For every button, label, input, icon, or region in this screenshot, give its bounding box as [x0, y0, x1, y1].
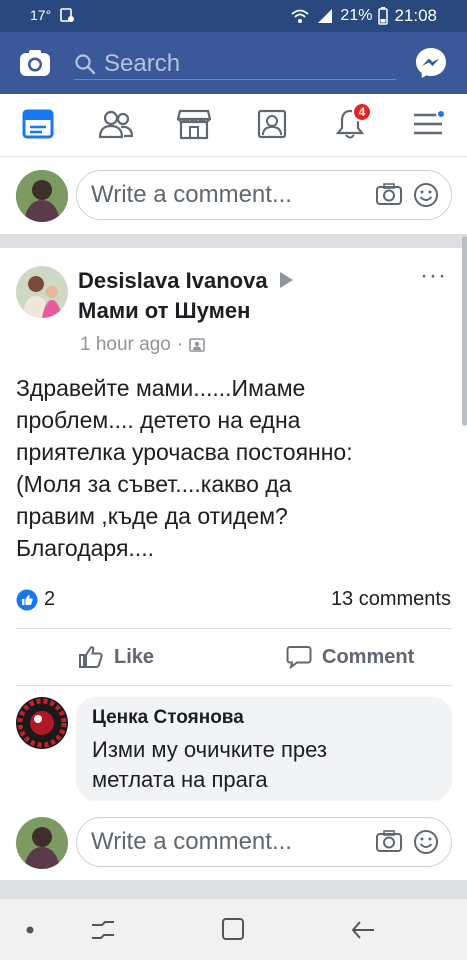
meta-dot: ·	[176, 334, 184, 355]
user-avatar[interactable]	[16, 817, 68, 869]
messenger-button[interactable]	[414, 46, 448, 80]
user-avatar[interactable]	[16, 170, 68, 222]
comment-text-line: метлата на прага	[92, 767, 268, 792]
tab-profile[interactable]	[252, 104, 292, 144]
temperature: 17°	[30, 7, 52, 23]
back-button[interactable]	[348, 917, 378, 943]
system-nav-bar	[0, 898, 467, 960]
post-actions: Like Comment	[16, 628, 452, 686]
emoji-icon[interactable]	[413, 829, 439, 855]
camera-icon[interactable]	[375, 829, 403, 853]
commenter-name[interactable]: Ценка Стоянова	[92, 707, 244, 729]
post-meta: 1 hour ago ·	[80, 334, 205, 356]
comment-placeholder: Write a comment...	[91, 828, 292, 855]
feed-separator	[0, 234, 467, 248]
like-reaction-icon	[16, 589, 38, 610]
feed-separator	[0, 880, 467, 898]
reactions-count: 2	[44, 588, 56, 610]
like-label: Like	[114, 645, 155, 668]
post-text-line: Благодаря....	[16, 535, 154, 561]
comment-button[interactable]: Comment	[286, 645, 414, 669]
camera-icon	[20, 50, 50, 76]
post-text-line: проблем.... детето на една	[16, 407, 301, 433]
post-author[interactable]: Desislava Ivanova	[78, 268, 294, 294]
like-button[interactable]: Like	[78, 645, 154, 669]
user-photo-icon	[16, 170, 68, 222]
user-photo-icon	[16, 817, 68, 869]
post-group[interactable]: Мами от Шумен	[78, 298, 250, 324]
back-arrow-icon	[351, 921, 374, 939]
author-avatar[interactable]	[16, 266, 68, 318]
comment-placeholder: Write a comment...	[91, 181, 292, 208]
thumbs-up-icon	[79, 646, 103, 668]
tab-bar: 4	[0, 94, 467, 157]
comment-text-line: Изми му очичките през	[92, 737, 327, 762]
tab-marketplace[interactable]	[174, 104, 214, 144]
recent-apps-icon	[92, 921, 114, 939]
post-body: Здравейте мами......Имаме проблем.... де…	[16, 372, 456, 564]
nav-dot-icon	[18, 917, 48, 943]
profile-icon	[257, 109, 287, 139]
arrow-right-icon	[279, 272, 293, 288]
tab-notifications[interactable]: 4	[330, 102, 372, 144]
home-button[interactable]	[218, 917, 248, 943]
news-feed-icon	[22, 109, 54, 139]
more-options-icon[interactable]: ···	[420, 262, 447, 290]
wifi-icon	[291, 9, 310, 23]
status-bar: 17° 21% 21:08	[0, 0, 467, 32]
comment-bubble-icon	[286, 646, 312, 669]
comment-label: Comment	[322, 645, 415, 668]
author-name[interactable]: Desislava Ivanova	[78, 268, 268, 293]
battery-icon	[378, 7, 389, 25]
reactions-summary[interactable]: 2	[16, 588, 55, 611]
post-text-line: Здравейте мами......Имаме	[16, 375, 306, 401]
home-icon	[222, 918, 244, 940]
comments-count[interactable]: 13 comments	[331, 588, 451, 611]
signal-icon	[318, 9, 333, 23]
post-text-line: приятелка урочасва постоянно:	[16, 439, 353, 465]
group-privacy-icon	[189, 338, 205, 352]
search-bar[interactable]: Search	[74, 48, 396, 80]
comment-input[interactable]: Write a comment...	[76, 817, 452, 867]
clock: 21:08	[394, 6, 437, 25]
camera-button[interactable]	[18, 46, 52, 80]
notification-badge: 4	[352, 102, 372, 122]
comment-composer: Write a comment...	[0, 807, 467, 873]
gallery-notification-icon	[60, 8, 75, 22]
battery-percent: 21%	[340, 7, 373, 24]
emoji-icon[interactable]	[413, 182, 439, 208]
post-text-line: правим ,къде да отидем?	[16, 503, 288, 529]
messenger-icon	[416, 48, 446, 78]
tab-menu[interactable]	[408, 104, 448, 144]
post-time[interactable]: 1 hour ago	[80, 334, 171, 356]
search-icon	[75, 53, 96, 74]
commenter-avatar[interactable]	[16, 697, 68, 749]
tab-news-feed[interactable]	[18, 104, 58, 144]
tab-friends[interactable]	[96, 104, 136, 144]
recent-apps-button[interactable]	[88, 917, 118, 943]
friends-icon	[99, 110, 133, 139]
search-label: Search	[104, 49, 181, 77]
camera-icon[interactable]	[375, 182, 403, 206]
menu-dot	[436, 109, 446, 119]
comment-text: Изми му очичките през метлата на прага	[92, 735, 327, 795]
scrollbar[interactable]	[462, 236, 467, 426]
comment-composer: Write a comment...	[0, 160, 467, 226]
comment-bubble[interactable]: Ценка Стоянова Изми му очичките през мет…	[76, 697, 452, 801]
post-text-line: (Моля за съвет....какво да	[16, 471, 292, 497]
top-bar: Search	[0, 32, 467, 94]
author-photo-icon	[16, 266, 68, 318]
commenter-photo-icon	[16, 697, 68, 749]
marketplace-icon	[177, 109, 211, 140]
comment-input[interactable]: Write a comment...	[76, 170, 452, 220]
